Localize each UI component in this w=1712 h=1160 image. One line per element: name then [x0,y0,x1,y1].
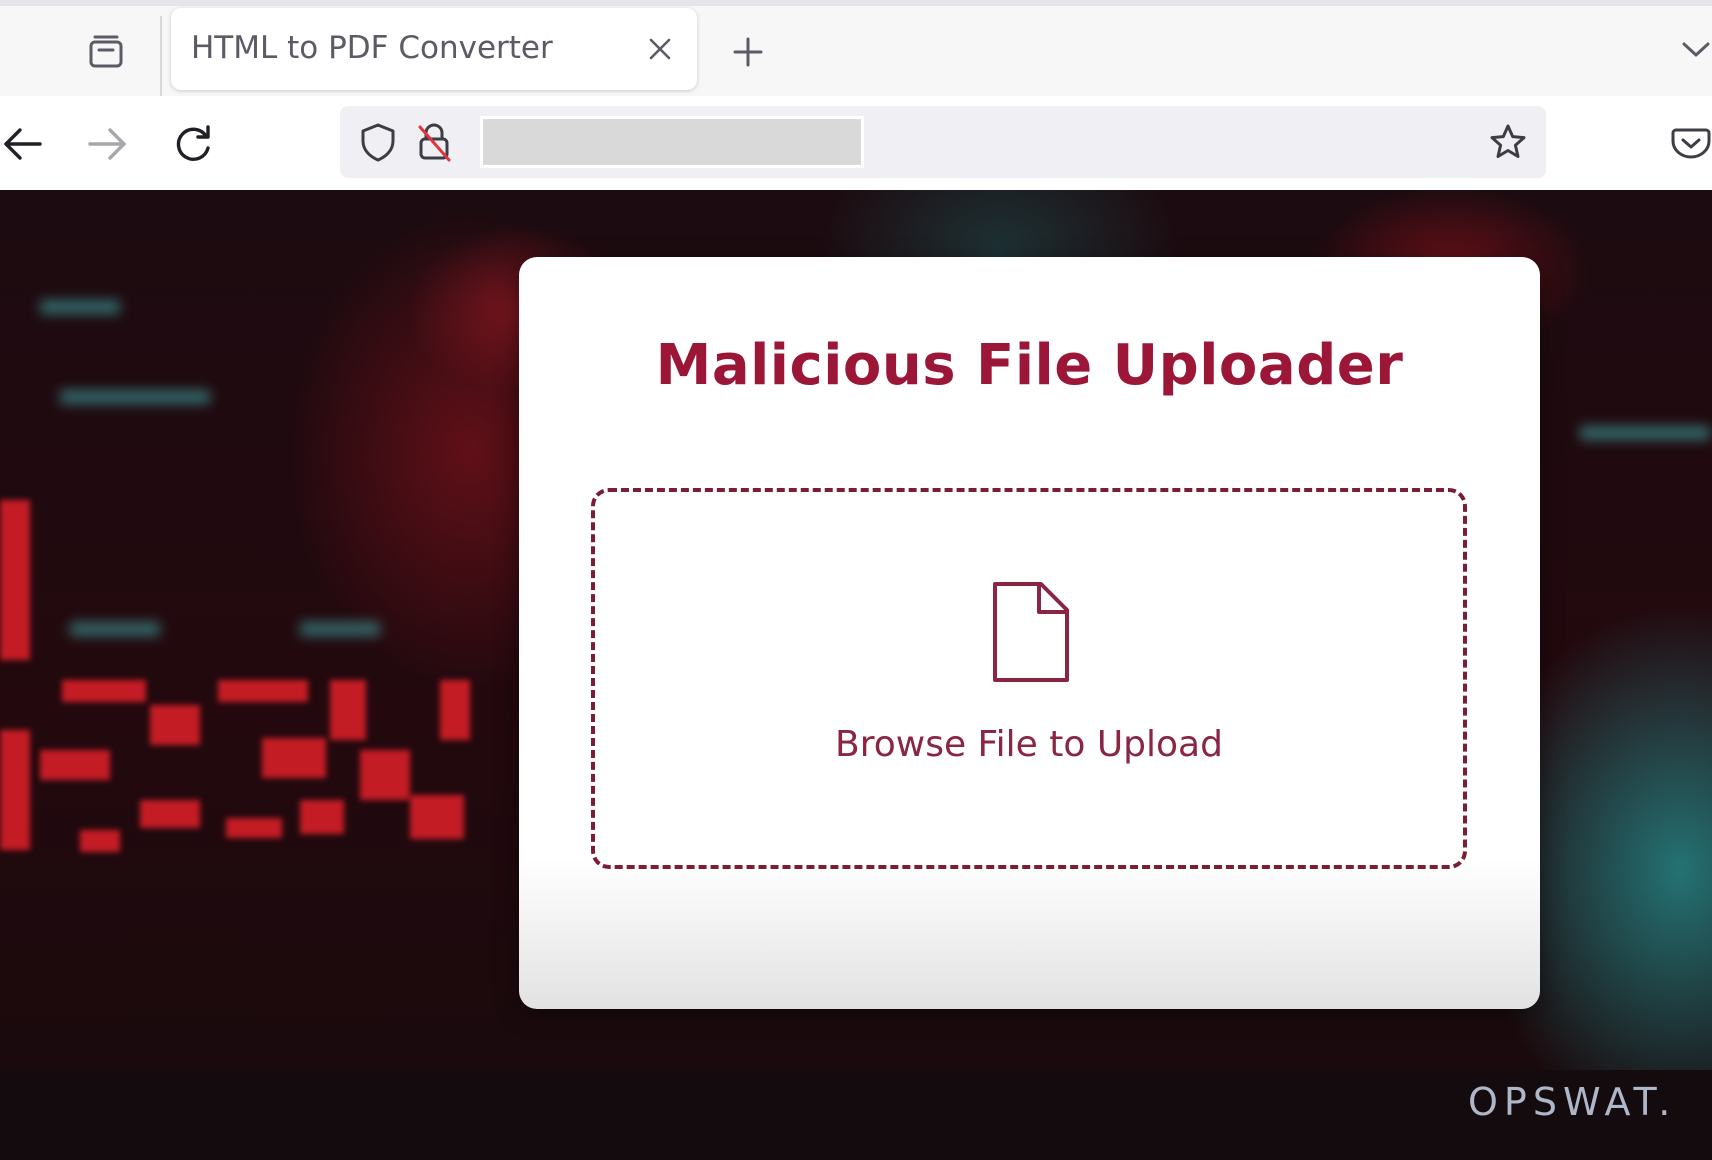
forward-arrow-icon[interactable] [82,118,134,170]
tab-overview-icon[interactable] [78,24,134,80]
star-icon[interactable] [1486,120,1530,164]
screen: HTML to PDF Converter Malicious File Upl… [0,0,1712,1160]
chevron-down-icon[interactable] [1680,34,1712,66]
page-title: Malicious File Uploader [655,333,1404,398]
shield-icon[interactable] [356,120,400,164]
tab-title: HTML to PDF Converter [191,30,553,66]
browse-file-label[interactable]: Browse File to Upload [595,724,1463,765]
close-icon[interactable] [637,26,683,72]
bottom-band [0,1070,1712,1160]
file-icon [989,580,1073,684]
address-bar[interactable] [340,106,1546,178]
reload-icon[interactable] [168,118,220,170]
navigation-toolbar [0,96,1712,190]
tab-separator [160,16,162,100]
back-arrow-icon[interactable] [0,118,48,170]
file-dropzone[interactable]: Browse File to Upload [591,488,1467,869]
page-content: Malicious File Uploader Browse File to U… [0,190,1712,1070]
plus-icon[interactable] [726,26,770,78]
opswat-watermark: OPSWAT. [1468,1080,1677,1124]
url-input[interactable] [480,116,864,168]
upload-card: Malicious File Uploader Browse File to U… [519,257,1540,1009]
tab-strip: HTML to PDF Converter [0,0,1712,100]
pocket-icon[interactable] [1670,118,1712,166]
tab-active[interactable]: HTML to PDF Converter [171,8,697,90]
insecure-lock-icon[interactable] [412,120,456,164]
